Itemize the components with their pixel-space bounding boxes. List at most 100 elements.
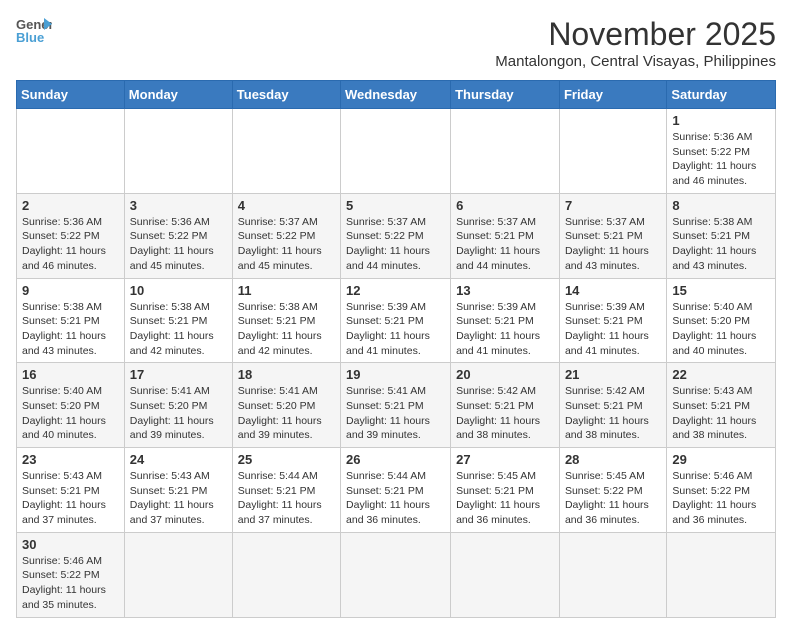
header: General Blue November 2025 Mantalongon, … — [16, 16, 776, 70]
day-number: 19 — [346, 367, 445, 382]
day-number: 12 — [346, 283, 445, 298]
day-number: 16 — [22, 367, 119, 382]
calendar-cell: 25Sunrise: 5:44 AMSunset: 5:21 PMDayligh… — [232, 448, 340, 533]
calendar-cell: 1 Sunrise: 5:36 AMSunset: 5:22 PMDaylight… — [667, 109, 776, 194]
calendar-cell: 2Sunrise: 5:36 AMSunset: 5:22 PMDaylight… — [17, 193, 125, 278]
day-number: 6 — [456, 198, 554, 213]
day-info: Sunrise: 5:41 AMSunset: 5:20 PMDaylight:… — [238, 384, 335, 443]
day-number: 8 — [672, 198, 770, 213]
calendar-cell: 18 Sunrise: 5:41 AMSunset: 5:20 PMDayligh… — [232, 363, 340, 448]
weekday-header-sunday: Sunday — [17, 81, 125, 109]
month-title: November 2025 — [495, 16, 776, 53]
day-info: Sunrise: 5:37 AMSunset: 5:22 PMDaylight:… — [238, 215, 335, 274]
logo: General Blue — [16, 16, 52, 44]
weekday-header-row: SundayMondayTuesdayWednesdayThursdayFrid… — [17, 81, 776, 109]
day-info: Sunrise: 5:42 AMSunset: 5:21 PMDaylight:… — [456, 384, 554, 443]
day-number: 22 — [672, 367, 770, 382]
calendar-cell: 16 Sunrise: 5:40 AMSunset: 5:20 PMDayligh… — [17, 363, 125, 448]
day-info: Sunrise: 5:40 AMSunset: 5:20 PMDaylight:… — [672, 300, 770, 359]
calendar-cell — [17, 109, 125, 194]
calendar-week-row: 23Sunrise: 5:43 AMSunset: 5:21 PMDayligh… — [17, 448, 776, 533]
calendar-cell: 10Sunrise: 5:38 AMSunset: 5:21 PMDayligh… — [124, 278, 232, 363]
calendar-cell — [232, 109, 340, 194]
calendar-cell: 29 Sunrise: 5:46 AMSunset: 5:22 PMDayligh… — [667, 448, 776, 533]
day-info: Sunrise: 5:36 AMSunset: 5:22 PMDaylight:… — [672, 130, 770, 189]
calendar-week-row: 1 Sunrise: 5:36 AMSunset: 5:22 PMDaylight… — [17, 109, 776, 194]
location-title: Mantalongon, Central Visayas, Philippine… — [495, 53, 776, 70]
calendar-cell — [451, 109, 560, 194]
calendar-week-row: 30 Sunrise: 5:46 AMSunset: 5:22 PMDayligh… — [17, 532, 776, 617]
day-number: 30 — [22, 537, 119, 552]
calendar-cell: 9 Sunrise: 5:38 AMSunset: 5:21 PMDaylight… — [17, 278, 125, 363]
calendar-cell: 19Sunrise: 5:41 AMSunset: 5:21 PMDayligh… — [341, 363, 451, 448]
day-number: 21 — [565, 367, 661, 382]
calendar-cell — [559, 109, 666, 194]
calendar-cell: 7Sunrise: 5:37 AMSunset: 5:21 PMDaylight… — [559, 193, 666, 278]
day-info: Sunrise: 5:40 AMSunset: 5:20 PMDaylight:… — [22, 384, 119, 443]
day-info: Sunrise: 5:39 AMSunset: 5:21 PMDaylight:… — [456, 300, 554, 359]
calendar-cell: 30 Sunrise: 5:46 AMSunset: 5:22 PMDayligh… — [17, 532, 125, 617]
calendar-cell: 21 Sunrise: 5:42 AMSunset: 5:21 PMDayligh… — [559, 363, 666, 448]
calendar-week-row: 16 Sunrise: 5:40 AMSunset: 5:20 PMDayligh… — [17, 363, 776, 448]
day-info: Sunrise: 5:37 AMSunset: 5:22 PMDaylight:… — [346, 215, 445, 274]
day-info: Sunrise: 5:36 AMSunset: 5:22 PMDaylight:… — [130, 215, 227, 274]
calendar-cell — [232, 532, 340, 617]
day-info: Sunrise: 5:43 AMSunset: 5:21 PMDaylight:… — [672, 384, 770, 443]
calendar-week-row: 9 Sunrise: 5:38 AMSunset: 5:21 PMDaylight… — [17, 278, 776, 363]
logo-icon: General Blue — [16, 16, 52, 44]
day-number: 25 — [238, 452, 335, 467]
day-info: Sunrise: 5:39 AMSunset: 5:21 PMDaylight:… — [346, 300, 445, 359]
day-info: Sunrise: 5:41 AMSunset: 5:20 PMDaylight:… — [130, 384, 227, 443]
svg-text:Blue: Blue — [16, 30, 44, 44]
day-number: 28 — [565, 452, 661, 467]
calendar-cell: 3 Sunrise: 5:36 AMSunset: 5:22 PMDaylight… — [124, 193, 232, 278]
calendar-cell: 23Sunrise: 5:43 AMSunset: 5:21 PMDayligh… — [17, 448, 125, 533]
day-info: Sunrise: 5:39 AMSunset: 5:21 PMDaylight:… — [565, 300, 661, 359]
calendar-cell — [124, 109, 232, 194]
day-number: 3 — [130, 198, 227, 213]
calendar-cell: 11Sunrise: 5:38 AMSunset: 5:21 PMDayligh… — [232, 278, 340, 363]
calendar-table: SundayMondayTuesdayWednesdayThursdayFrid… — [16, 80, 776, 618]
calendar-cell: 22 Sunrise: 5:43 AMSunset: 5:21 PMDayligh… — [667, 363, 776, 448]
day-number: 14 — [565, 283, 661, 298]
calendar-cell: 24Sunrise: 5:43 AMSunset: 5:21 PMDayligh… — [124, 448, 232, 533]
day-info: Sunrise: 5:45 AMSunset: 5:22 PMDaylight:… — [565, 469, 661, 528]
day-number: 27 — [456, 452, 554, 467]
day-number: 9 — [22, 283, 119, 298]
day-number: 2 — [22, 198, 119, 213]
day-number: 26 — [346, 452, 445, 467]
weekday-header-thursday: Thursday — [451, 81, 560, 109]
day-info: Sunrise: 5:46 AMSunset: 5:22 PMDaylight:… — [22, 554, 119, 613]
calendar-cell: 15 Sunrise: 5:40 AMSunset: 5:20 PMDayligh… — [667, 278, 776, 363]
calendar-cell: 28 Sunrise: 5:45 AMSunset: 5:22 PMDayligh… — [559, 448, 666, 533]
day-info: Sunrise: 5:44 AMSunset: 5:21 PMDaylight:… — [346, 469, 445, 528]
title-section: November 2025 Mantalongon, Central Visay… — [495, 16, 776, 70]
day-number: 29 — [672, 452, 770, 467]
day-number: 13 — [456, 283, 554, 298]
day-info: Sunrise: 5:38 AMSunset: 5:21 PMDaylight:… — [672, 215, 770, 274]
calendar-cell: 26 Sunrise: 5:44 AMSunset: 5:21 PMDayligh… — [341, 448, 451, 533]
weekday-header-friday: Friday — [559, 81, 666, 109]
day-number: 1 — [672, 113, 770, 128]
calendar-cell — [124, 532, 232, 617]
day-info: Sunrise: 5:43 AMSunset: 5:21 PMDaylight:… — [130, 469, 227, 528]
day-number: 4 — [238, 198, 335, 213]
calendar-cell: 5 Sunrise: 5:37 AMSunset: 5:22 PMDaylight… — [341, 193, 451, 278]
calendar-cell — [667, 532, 776, 617]
day-number: 10 — [130, 283, 227, 298]
calendar-cell: 12 Sunrise: 5:39 AMSunset: 5:21 PMDayligh… — [341, 278, 451, 363]
day-number: 17 — [130, 367, 227, 382]
day-info: Sunrise: 5:45 AMSunset: 5:21 PMDaylight:… — [456, 469, 554, 528]
day-number: 18 — [238, 367, 335, 382]
day-info: Sunrise: 5:37 AMSunset: 5:21 PMDaylight:… — [565, 215, 661, 274]
day-info: Sunrise: 5:38 AMSunset: 5:21 PMDaylight:… — [22, 300, 119, 359]
calendar-cell: 6Sunrise: 5:37 AMSunset: 5:21 PMDaylight… — [451, 193, 560, 278]
day-number: 5 — [346, 198, 445, 213]
calendar-cell: 27 Sunrise: 5:45 AMSunset: 5:21 PMDayligh… — [451, 448, 560, 533]
day-number: 15 — [672, 283, 770, 298]
calendar-cell: 17 Sunrise: 5:41 AMSunset: 5:20 PMDayligh… — [124, 363, 232, 448]
day-info: Sunrise: 5:42 AMSunset: 5:21 PMDaylight:… — [565, 384, 661, 443]
day-info: Sunrise: 5:46 AMSunset: 5:22 PMDaylight:… — [672, 469, 770, 528]
day-number: 20 — [456, 367, 554, 382]
calendar-cell: 13 Sunrise: 5:39 AMSunset: 5:21 PMDayligh… — [451, 278, 560, 363]
